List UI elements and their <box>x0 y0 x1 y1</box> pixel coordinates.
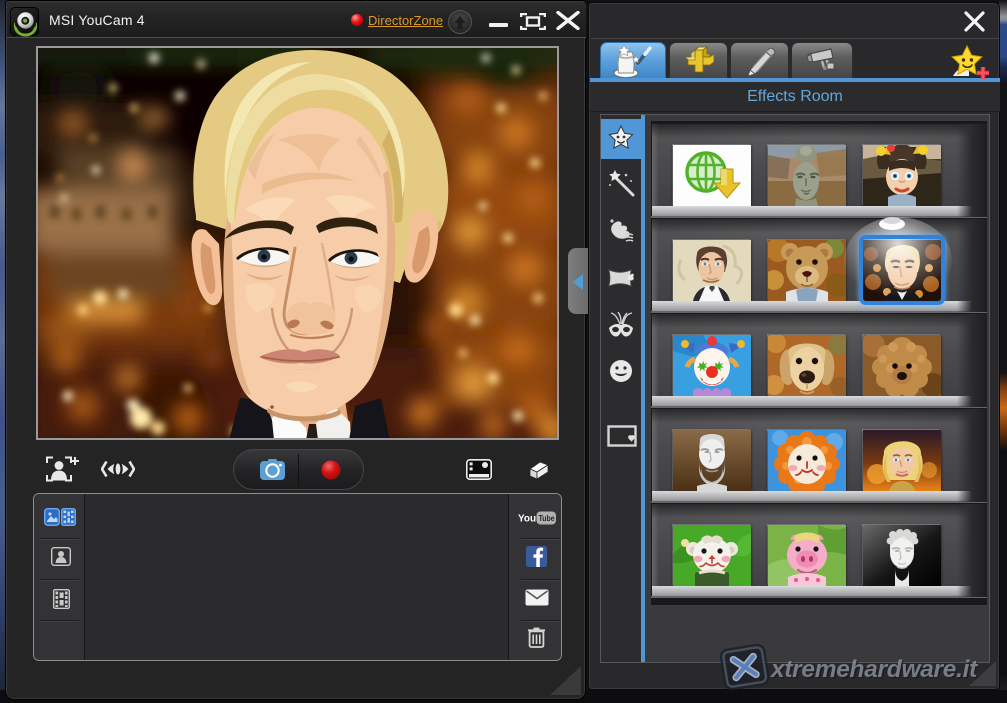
svg-text:You: You <box>518 514 536 525</box>
svg-text:xtremehardware.it: xtremehardware.it <box>769 656 978 683</box>
svg-text:Tube: Tube <box>539 513 555 523</box>
